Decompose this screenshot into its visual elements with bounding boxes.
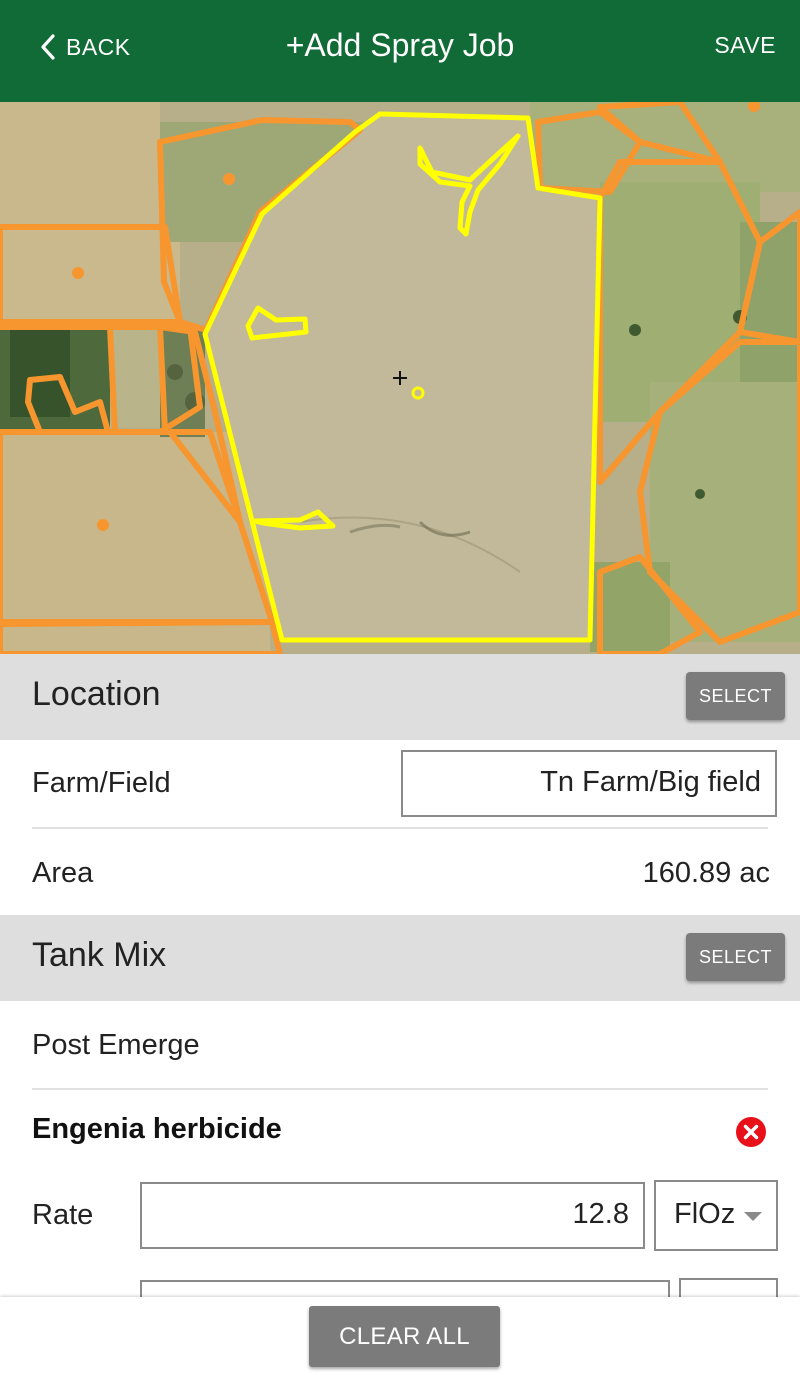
footer-bar: CLEAR ALL (0, 1297, 800, 1375)
location-select-button[interactable]: SELECT (686, 672, 785, 720)
area-label: Area (32, 857, 94, 889)
area-value: 160.89 ac (642, 857, 770, 889)
location-title: Location (32, 675, 161, 713)
location-section-header: Location SELECT (0, 654, 800, 740)
divider (32, 827, 768, 829)
satellite-map[interactable] (0, 102, 800, 654)
farm-field-input[interactable]: Tn Farm/Big field (401, 750, 777, 817)
map-canvas[interactable] (0, 102, 800, 654)
remove-product-icon[interactable] (735, 1116, 767, 1148)
divider (32, 1088, 768, 1090)
unit-value: FlOz (674, 1198, 736, 1230)
rate-label: Rate (32, 1199, 94, 1231)
caret-down-icon (744, 1212, 762, 1221)
page-title: +Add Spray Job (285, 27, 515, 63)
save-button[interactable]: SAVE (714, 32, 776, 59)
clear-all-button[interactable]: CLEAR ALL (309, 1306, 500, 1367)
product-name: Engenia herbicide (32, 1113, 282, 1145)
rate-input[interactable]: 12.8 (140, 1182, 645, 1249)
farm-field-label: Farm/Field (32, 767, 171, 799)
tank-mix-section-header: Tank Mix SELECT (0, 915, 800, 1001)
app-header: BACK +Add Spray Job SAVE (0, 0, 800, 102)
tank-mix-select-button[interactable]: SELECT (686, 933, 785, 981)
tank-mix-name: Post Emerge (32, 1029, 200, 1061)
unit-dropdown[interactable]: FlOz (654, 1180, 778, 1251)
tank-mix-title: Tank Mix (32, 936, 167, 974)
